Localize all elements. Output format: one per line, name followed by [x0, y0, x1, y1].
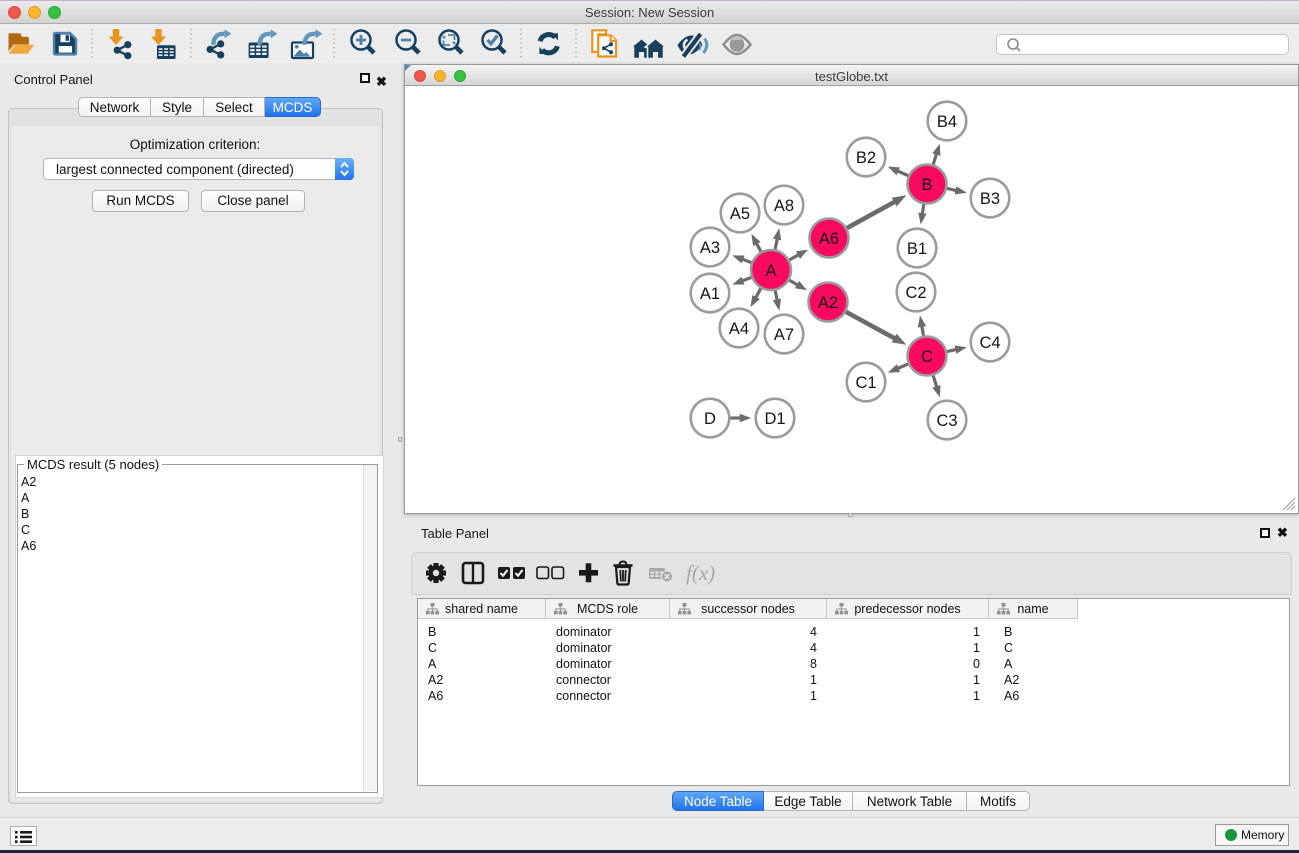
svg-text:D1: D1 [764, 410, 785, 428]
svg-text:C2: C2 [905, 284, 926, 302]
svg-text:B4: B4 [937, 113, 957, 131]
svg-text:f(x): f(x) [686, 561, 715, 585]
svg-text:C4: C4 [979, 334, 1000, 352]
svg-text:B3: B3 [980, 190, 1000, 208]
svg-text:A: A [765, 262, 776, 280]
svg-text:A3: A3 [700, 239, 720, 257]
svg-text:A1: A1 [700, 285, 720, 303]
svg-text:A2: A2 [818, 294, 838, 312]
svg-text:A8: A8 [774, 197, 794, 215]
svg-text:A4: A4 [729, 320, 749, 338]
svg-text:D: D [704, 410, 716, 428]
svg-text:C3: C3 [936, 412, 957, 430]
svg-text:B2: B2 [856, 149, 876, 167]
svg-text:C: C [921, 348, 933, 366]
svg-text:C1: C1 [855, 374, 876, 392]
svg-text:B: B [921, 176, 932, 194]
svg-text:A5: A5 [730, 205, 750, 223]
svg-text:B1: B1 [907, 240, 927, 258]
svg-text:A7: A7 [774, 326, 794, 344]
svg-text:A6: A6 [819, 230, 839, 248]
